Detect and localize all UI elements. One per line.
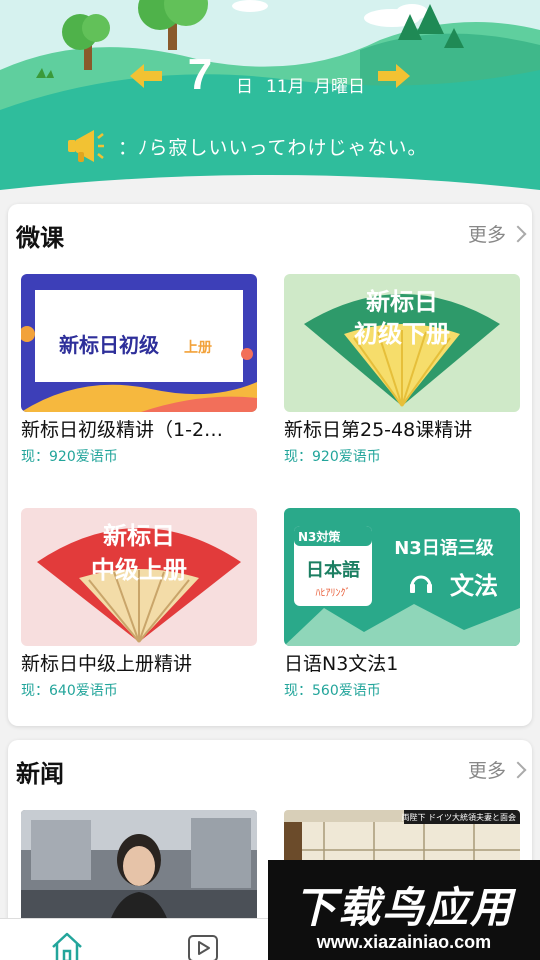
watermark-title: 下载鸟应用 [293,883,514,932]
thumb-text-2: 中级上册 [91,556,187,584]
course-thumbnail: 新标日初级 上册 [21,274,257,412]
micro-course-section: 微课 更多 新标日初级 上册 新标日初级精讲（1-2… 现：920爱语币 新标日… [8,204,532,726]
course-price: 现：640爱语币 [21,683,118,699]
course-title: 新标日第25-48课精讲 [284,419,473,441]
thumb-logo: 日本語 [306,559,360,581]
course-card[interactable]: 新标日 中级上册 新标日中级上册精讲 现：640爱语币 [21,508,257,700]
thumb-text-1: 新标日 [366,288,438,316]
home-icon[interactable] [50,931,84,960]
course-thumbnail: N3対策 日本語 ﾊﾋｱﾘﾝｸﾞ N3日语三级 文法 [284,508,520,646]
thumb-text-2: 文法 [450,572,498,600]
day-unit: 日 [236,77,253,97]
weekday-label: 月曜日 [314,77,365,97]
announcement-bar[interactable]: ：ﾉら寂しいいってわけじゃない。 [66,128,506,164]
course-thumbnail: 新标日 中级上册 [21,508,257,646]
watermark-url: www.xiazainiao.com [316,932,492,952]
course-card[interactable]: 新标日 初级下册 新标日第25-48课精讲 现：920爱语币 [284,274,520,466]
chevron-right-icon [509,761,527,779]
course-title: 日语N3文法1 [284,653,399,675]
news-caption: 両陛下 ドイツ大統領夫妻と面会 [401,812,516,822]
thumb-sub: ﾊﾋｱﾘﾝｸﾞ [316,587,351,599]
month-label: 11月 [266,77,305,97]
thumb-badge: 上册 [184,340,212,356]
megaphone-icon [68,130,104,162]
course-price: 现：920爱语币 [21,449,118,465]
thumb-text-1: 新标日 [103,522,175,550]
thumb-text: 新标日初级 [59,333,159,357]
news-more-button[interactable]: 更多 [467,756,527,783]
watermark-overlay: 下载鸟应用 www.xiazainiao.com [268,860,540,960]
course-card[interactable]: N3対策 日本語 ﾊﾋｱﾘﾝｸﾞ N3日语三级 文法 日语N3文法1 现：560… [284,508,520,700]
course-title: 新标日初级精讲（1-2… [21,419,224,441]
previous-day-arrow-icon[interactable] [130,64,162,88]
course-title: 新标日中级上册精讲 [21,653,193,675]
section-title-news: 新闻 [16,760,64,788]
announcement-text: ：ﾉら寂しいいってわけじゃない。 [118,137,428,159]
course-thumbnail: 新标日 初级下册 [284,274,520,412]
course-card[interactable]: 新标日初级 上册 新标日初级精讲（1-2… 现：920爱语币 [21,274,257,466]
chevron-right-icon [509,225,527,243]
section-title-weike: 微课 [16,224,64,252]
video-play-icon[interactable] [186,931,220,960]
more-label: 更多 [467,224,506,246]
course-price: 现：560爱语币 [284,683,381,699]
more-label: 更多 [467,760,506,782]
thumb-text-1: N3日语三级 [394,537,495,559]
next-day-arrow-icon[interactable] [378,64,410,88]
course-price: 现：920爱语币 [284,449,381,465]
header-banner: 7 日 11月 月曜日 ：ﾉら寂しいいってわけじゃない。 [0,0,540,200]
thumb-text-2: 初级下册 [354,320,450,348]
weike-more-button[interactable]: 更多 [467,220,527,247]
thumb-badge: N3対策 [298,529,341,544]
day-number: 7 [187,50,213,99]
date-selector: 7 日 11月 月曜日 [0,50,540,106]
